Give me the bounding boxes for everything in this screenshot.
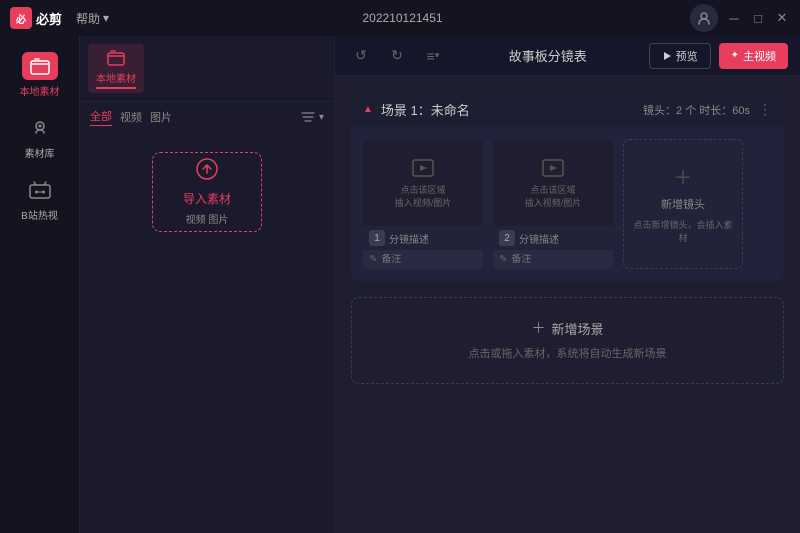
shot-card-1: 点击该区域插入视频/图片 1 分镜描述 ✎ bbox=[363, 139, 483, 269]
left-sidebar: 本地素材 素材库 B站热视 bbox=[0, 36, 80, 533]
scene-expand-icon[interactable]: ▲ bbox=[363, 104, 373, 115]
redo-button[interactable]: ↻ bbox=[383, 42, 411, 70]
app-name: 必剪 bbox=[36, 9, 62, 28]
scene-more-icon[interactable]: ⋮ bbox=[758, 101, 772, 118]
sidebar-item-bilibili[interactable]: B站热视 bbox=[0, 168, 79, 230]
shot-2-media-text: 点击该区域插入视频/图片 bbox=[525, 184, 582, 209]
title-bar-left: 必 必剪 帮助 ▾ bbox=[10, 6, 115, 31]
shot-2-media[interactable]: 点击该区域插入视频/图片 bbox=[493, 139, 613, 226]
sidebar-item-material[interactable]: 素材库 bbox=[0, 106, 79, 168]
add-shot-label: 新增镜头 bbox=[661, 196, 705, 212]
shot-1-score: 分镜描述 bbox=[389, 231, 429, 246]
sidebar-item-local[interactable]: 本地素材 bbox=[0, 44, 79, 106]
shot-1-number: 1 bbox=[369, 230, 385, 246]
import-button[interactable]: 导入素材 视频 图片 bbox=[152, 152, 262, 232]
user-avatar[interactable] bbox=[690, 4, 718, 32]
sort-btn[interactable]: ▾ bbox=[301, 111, 324, 123]
scene-1-title: 场景 1：未命名 bbox=[381, 100, 635, 119]
active-tab-underline bbox=[96, 87, 136, 89]
toolbar-title: 故事板分镜表 bbox=[455, 46, 641, 65]
import-icon bbox=[196, 158, 218, 186]
title-bar: 必 必剪 帮助 ▾ 202210121451 － □ ✕ bbox=[0, 0, 800, 36]
shot-1-media-text: 点击该区域插入视频/图片 bbox=[395, 184, 452, 209]
window-title: 202210121451 bbox=[362, 11, 442, 25]
shot-1-notes-input[interactable] bbox=[381, 254, 483, 265]
media-content-area: 导入素材 视频 图片 bbox=[80, 132, 334, 533]
preview-button[interactable]: 预览 bbox=[649, 43, 711, 69]
media-panel-tabs: 本地素材 bbox=[80, 36, 334, 102]
shot-2-number-row: 2 分镜描述 bbox=[493, 226, 613, 250]
sidebar-label-bilibili: B站热视 bbox=[21, 207, 58, 222]
add-scene-title-row: ＋ 新增场景 bbox=[531, 318, 603, 338]
media-tab-local[interactable]: 本地素材 bbox=[88, 44, 144, 93]
export-button[interactable]: ✦ 主视频 bbox=[719, 43, 788, 69]
local-icon bbox=[22, 52, 58, 80]
local-tab-icon bbox=[104, 48, 128, 68]
main-content: ↺ ↻ ≡ ▾ 故事板分镜表 预览 ✦ 主视频 bbox=[335, 36, 800, 533]
app-logo: 必 必剪 bbox=[10, 7, 62, 29]
shot-1-notes-row: ✎ bbox=[363, 250, 483, 269]
local-tab-label: 本地素材 bbox=[96, 70, 136, 85]
shot-2-notes-row: ✎ bbox=[493, 250, 613, 269]
sidebar-label-local: 本地素材 bbox=[20, 83, 60, 98]
undo-button[interactable]: ↺ bbox=[347, 42, 375, 70]
bilibili-icon bbox=[22, 176, 58, 204]
shot-2-number: 2 bbox=[499, 230, 515, 246]
menu-help[interactable]: 帮助 ▾ bbox=[70, 6, 115, 31]
filter-all[interactable]: 全部 bbox=[90, 108, 112, 126]
add-scene-label: 新增场景 bbox=[551, 319, 603, 338]
media-panel: 本地素材 全部 视频 图片 ▾ bbox=[80, 36, 335, 533]
notes-icon-1: ✎ bbox=[369, 254, 377, 265]
add-shot-button[interactable]: ＋ 新增镜头 点击新增镜头，会插入素材 bbox=[623, 139, 743, 269]
main-layout: 本地素材 素材库 B站热视 bbox=[0, 36, 800, 533]
storyboard-area: ▲ 场景 1：未命名 镜头：2 个 时长：60s ⋮ 点击该区域插入视频/ bbox=[335, 76, 800, 533]
import-sublabel: 视频 图片 bbox=[186, 211, 229, 226]
scene-block-1: ▲ 场景 1：未命名 镜头：2 个 时长：60s ⋮ 点击该区域插入视频/ bbox=[351, 92, 784, 281]
add-scene-button[interactable]: ＋ 新增场景 点击或拖入素材，系统将自动生成新场景 bbox=[351, 297, 784, 384]
add-shot-sub: 点击新增镜头，会插入素材 bbox=[624, 218, 742, 244]
sidebar-label-material: 素材库 bbox=[25, 145, 55, 160]
shot-2-notes-input[interactable] bbox=[511, 254, 613, 265]
shot-1-number-row: 1 分镜描述 bbox=[363, 226, 483, 250]
add-scene-plus-icon: ＋ bbox=[531, 318, 545, 338]
notes-icon-2: ✎ bbox=[499, 254, 507, 265]
content-toolbar: ↺ ↻ ≡ ▾ 故事板分镜表 预览 ✦ 主视频 bbox=[335, 36, 800, 76]
scene-1-body: 点击该区域插入视频/图片 1 分镜描述 ✎ bbox=[351, 127, 784, 281]
shot-card-2: 点击该区域插入视频/图片 2 分镜描述 ✎ bbox=[493, 139, 613, 269]
scene-1-header: ▲ 场景 1：未命名 镜头：2 个 时长：60s ⋮ bbox=[351, 92, 784, 127]
scene-1-meta: 镜头：2 个 时长：60s bbox=[643, 102, 750, 118]
material-icon bbox=[22, 114, 58, 142]
filter-video[interactable]: 视频 bbox=[120, 109, 142, 125]
title-bar-controls: － □ ✕ bbox=[690, 4, 790, 32]
app-logo-icon: 必 bbox=[10, 7, 32, 29]
close-button[interactable]: ✕ bbox=[774, 10, 790, 26]
maximize-button[interactable]: □ bbox=[750, 10, 766, 26]
shot-1-media[interactable]: 点击该区域插入视频/图片 bbox=[363, 139, 483, 226]
add-shot-plus-icon: ＋ bbox=[674, 164, 692, 190]
filter-image[interactable]: 图片 bbox=[150, 109, 172, 125]
add-scene-sub: 点击或拖入素材，系统将自动生成新场景 bbox=[469, 346, 667, 363]
minimize-button[interactable]: － bbox=[726, 10, 742, 26]
more-options-button[interactable]: ≡ ▾ bbox=[419, 42, 447, 70]
shot-2-score: 分镜描述 bbox=[519, 231, 559, 246]
media-filter-bar: 全部 视频 图片 ▾ bbox=[80, 102, 334, 132]
import-label: 导入素材 bbox=[183, 190, 231, 207]
